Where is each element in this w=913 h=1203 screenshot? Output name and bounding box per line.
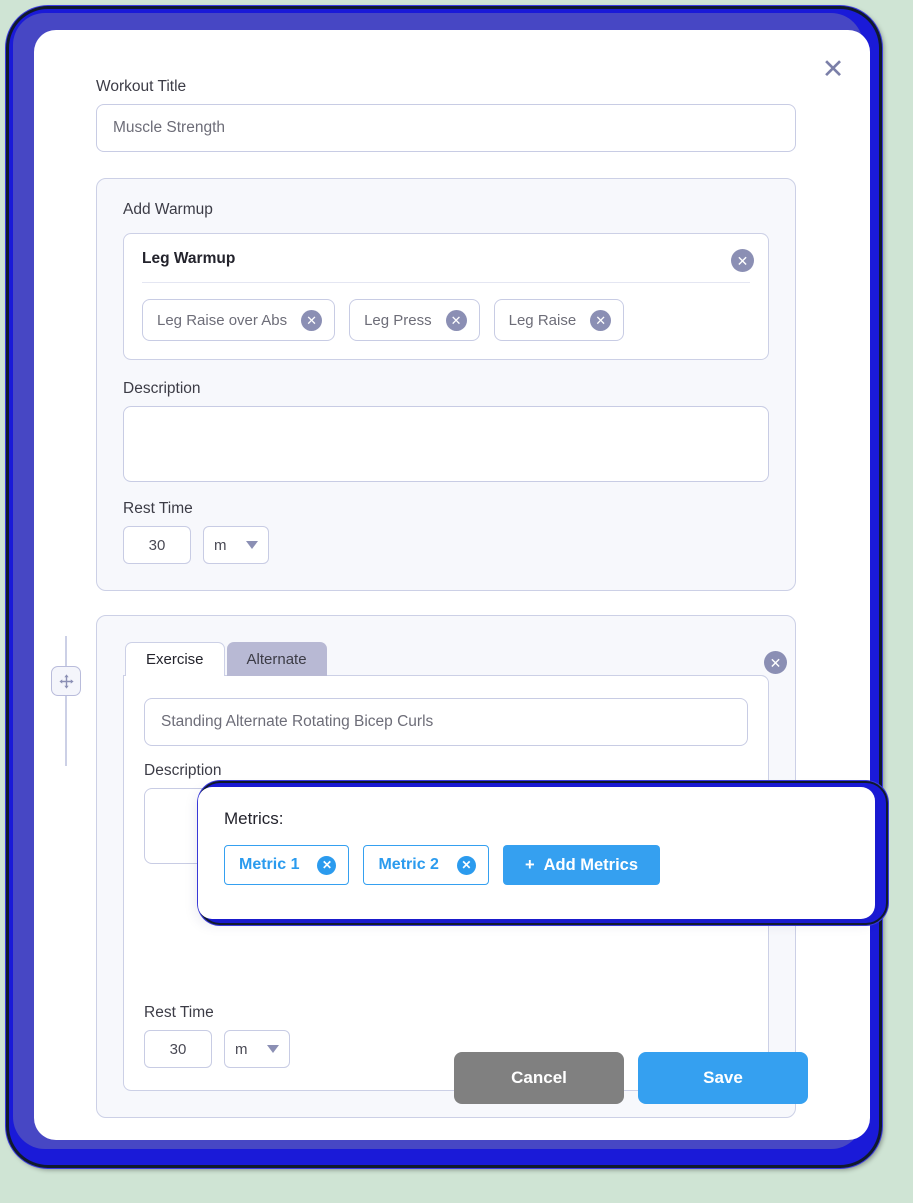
metric-chip[interactable]: Metric 2 ✕	[363, 845, 489, 885]
close-circle-icon[interactable]: ✕	[456, 855, 476, 875]
close-circle-icon[interactable]: ✕	[301, 309, 323, 331]
metrics-panel: Metrics: Metric 1 ✕ Metric 2 ✕ + Add Met…	[198, 787, 875, 919]
metric-chip[interactable]: Metric 1 ✕	[224, 845, 350, 885]
exercise-rest-time-unit-select[interactable]: m	[224, 1030, 290, 1068]
exercise-description-label: Description	[144, 762, 222, 779]
warmup-chip[interactable]: Leg Raise ✕	[493, 299, 625, 341]
cancel-button[interactable]: Cancel	[454, 1052, 624, 1104]
dialog-content: Workout Title Muscle Strength Add Warmup…	[51, 78, 796, 1118]
workout-dialog: ✕ Workout Title Muscle Strength Add Warm…	[34, 30, 870, 1140]
metric-chip-label: Metric 2	[378, 856, 439, 873]
plus-icon: +	[524, 855, 535, 874]
exercise-name-input[interactable]: Standing Alternate Rotating Bicep Curls	[144, 698, 748, 746]
chevron-down-icon	[246, 541, 258, 549]
warmup-card-close-icon[interactable]: ✕	[731, 249, 754, 272]
metrics-label: Metrics:	[224, 809, 284, 828]
workout-title-input[interactable]: Muscle Strength	[96, 104, 796, 152]
warmup-rest-time-row: 30 m	[123, 526, 769, 564]
warmup-description-input[interactable]	[123, 406, 769, 482]
close-circle-icon[interactable]: ✕	[317, 855, 337, 875]
add-metrics-label: Add Metrics	[543, 855, 639, 874]
tab-alternate[interactable]: Alternate	[226, 642, 327, 676]
warmup-rest-time-input[interactable]: 30	[123, 526, 191, 564]
warmup-chip[interactable]: Leg Press ✕	[349, 299, 480, 341]
screen: ✕ Workout Title Muscle Strength Add Warm…	[0, 0, 913, 1203]
exercise-rest-time-input[interactable]: 30	[144, 1030, 212, 1068]
exercise-rest-time-label: Rest Time	[144, 1004, 214, 1021]
warmup-chip-label: Leg Press	[364, 311, 432, 329]
save-button[interactable]: Save	[638, 1052, 808, 1104]
close-circle-icon[interactable]: ✕	[590, 309, 612, 331]
warmup-chip[interactable]: Leg Raise over Abs ✕	[142, 299, 336, 341]
metric-chip-label: Metric 1	[239, 856, 300, 873]
warmup-chip-row: Leg Raise over Abs ✕ Leg Press ✕ Leg Rai…	[142, 299, 750, 341]
exercise-rest-time-unit-value: m	[235, 1040, 248, 1058]
warmup-panel: Add Warmup ✕ Leg Warmup Leg Raise over A…	[96, 178, 796, 591]
dialog-footer: Cancel Save	[454, 1052, 808, 1104]
warmup-rest-time-unit-value: m	[214, 536, 227, 554]
warmup-rest-time-label: Rest Time	[123, 500, 193, 517]
close-circle-icon[interactable]: ✕	[445, 309, 467, 331]
warmup-card-title: Leg Warmup	[142, 250, 750, 283]
drag-rail	[65, 636, 67, 766]
tab-exercise[interactable]: Exercise	[125, 642, 225, 676]
warmup-chip-label: Leg Raise	[508, 311, 577, 329]
add-metrics-button[interactable]: + Add Metrics	[502, 845, 661, 885]
exercise-tabs: Exercise Alternate	[123, 642, 769, 676]
add-warmup-label: Add Warmup	[123, 201, 213, 218]
warmup-description-label: Description	[123, 380, 201, 397]
warmup-rest-time-unit-select[interactable]: m	[203, 526, 269, 564]
close-icon[interactable]: ✕	[816, 52, 850, 86]
move-arrows-icon[interactable]	[51, 666, 81, 696]
workout-title-label: Workout Title	[96, 78, 187, 95]
exercise-card-close-icon[interactable]: ✕	[764, 651, 787, 674]
metrics-row: Metric 1 ✕ Metric 2 ✕ + Add Metrics	[224, 845, 849, 885]
metrics-popover: Metrics: Metric 1 ✕ Metric 2 ✕ + Add Met…	[198, 781, 888, 925]
warmup-card: ✕ Leg Warmup Leg Raise over Abs ✕ Leg Pr…	[123, 233, 769, 360]
warmup-chip-label: Leg Raise over Abs	[157, 311, 288, 329]
chevron-down-icon	[267, 1045, 279, 1053]
